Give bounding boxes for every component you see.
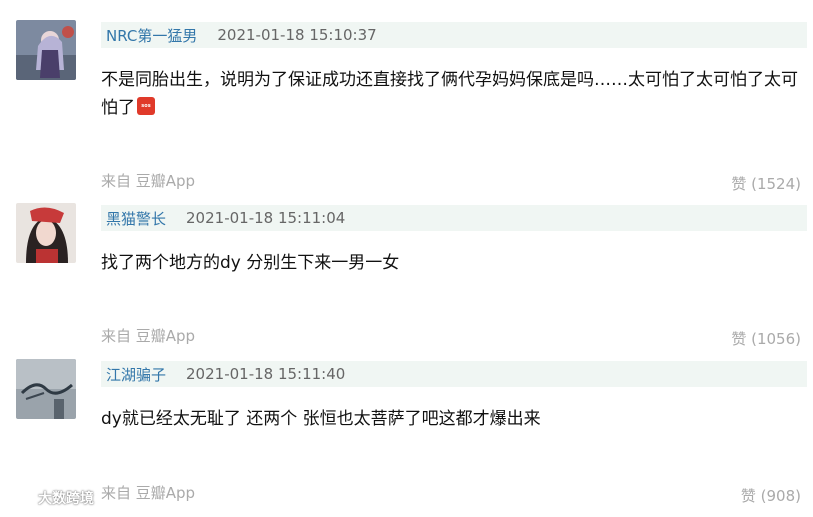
comment-meta: 江湖骗子 2021-01-18 15:11:40 [101, 361, 807, 387]
watermark-logo-icon [8, 488, 33, 508]
username-link[interactable]: NRC第一猛男 [106, 25, 197, 46]
comment-timestamp: 2021-01-18 15:10:37 [217, 26, 377, 44]
username-link[interactable]: 黑猫警长 [106, 208, 166, 229]
comment-source: 来自 豆瓣App [101, 172, 196, 190]
comment-text: 不是同胎出生，说明为了保证成功还直接找了俩代孕妈妈保底是吗……太可怕了太可怕了太… [101, 66, 807, 122]
like-button[interactable]: 赞 (908) [741, 485, 801, 506]
comment-body: 找了两个地方的dy 分别生下来一男一女 [101, 253, 400, 273]
comment-meta: NRC第一猛男 2021-01-18 15:10:37 [101, 22, 807, 48]
comment-item: 黑猫警长 2021-01-18 15:11:04 找了两个地方的dy 分别生下来… [0, 203, 813, 361]
sos-emoji-icon: sos [137, 97, 155, 115]
comment-timestamp: 2021-01-18 15:11:04 [186, 209, 346, 227]
comment-source: 来自 豆瓣App [101, 484, 196, 502]
comment-body: dy就已经太无耻了 还两个 张恒也太菩萨了吧这都才爆出来 [101, 409, 541, 429]
like-button[interactable]: 赞 (1524) [731, 173, 801, 194]
user-avatar-image [16, 203, 76, 263]
watermark: 大数跨境 [8, 488, 94, 508]
like-button[interactable]: 赞 (1056) [731, 328, 801, 349]
comment-source: 来自 豆瓣App [101, 327, 196, 345]
comment-text: 找了两个地方的dy 分别生下来一男一女 [101, 249, 807, 277]
username-link[interactable]: 江湖骗子 [106, 364, 166, 385]
user-avatar-image [16, 359, 76, 419]
avatar[interactable] [16, 359, 76, 419]
comment-meta: 黑猫警长 2021-01-18 15:11:04 [101, 205, 807, 231]
comment-timestamp: 2021-01-18 15:11:40 [186, 365, 346, 383]
comment-body: 不是同胎出生，说明为了保证成功还直接找了俩代孕妈妈保底是吗……太可怕了太可怕了太… [101, 70, 798, 118]
comment-text: dy就已经太无耻了 还两个 张恒也太菩萨了吧这都才爆出来 [101, 405, 807, 433]
watermark-text: 大数跨境 [38, 491, 94, 507]
avatar[interactable] [16, 203, 76, 263]
comment-item: 江湖骗子 2021-01-18 15:11:40 dy就已经太无耻了 还两个 张… [0, 359, 813, 517]
avatar[interactable] [16, 20, 76, 80]
comment-item: NRC第一猛男 2021-01-18 15:10:37 不是同胎出生，说明为了保… [0, 20, 813, 193]
user-avatar-image [16, 20, 76, 80]
